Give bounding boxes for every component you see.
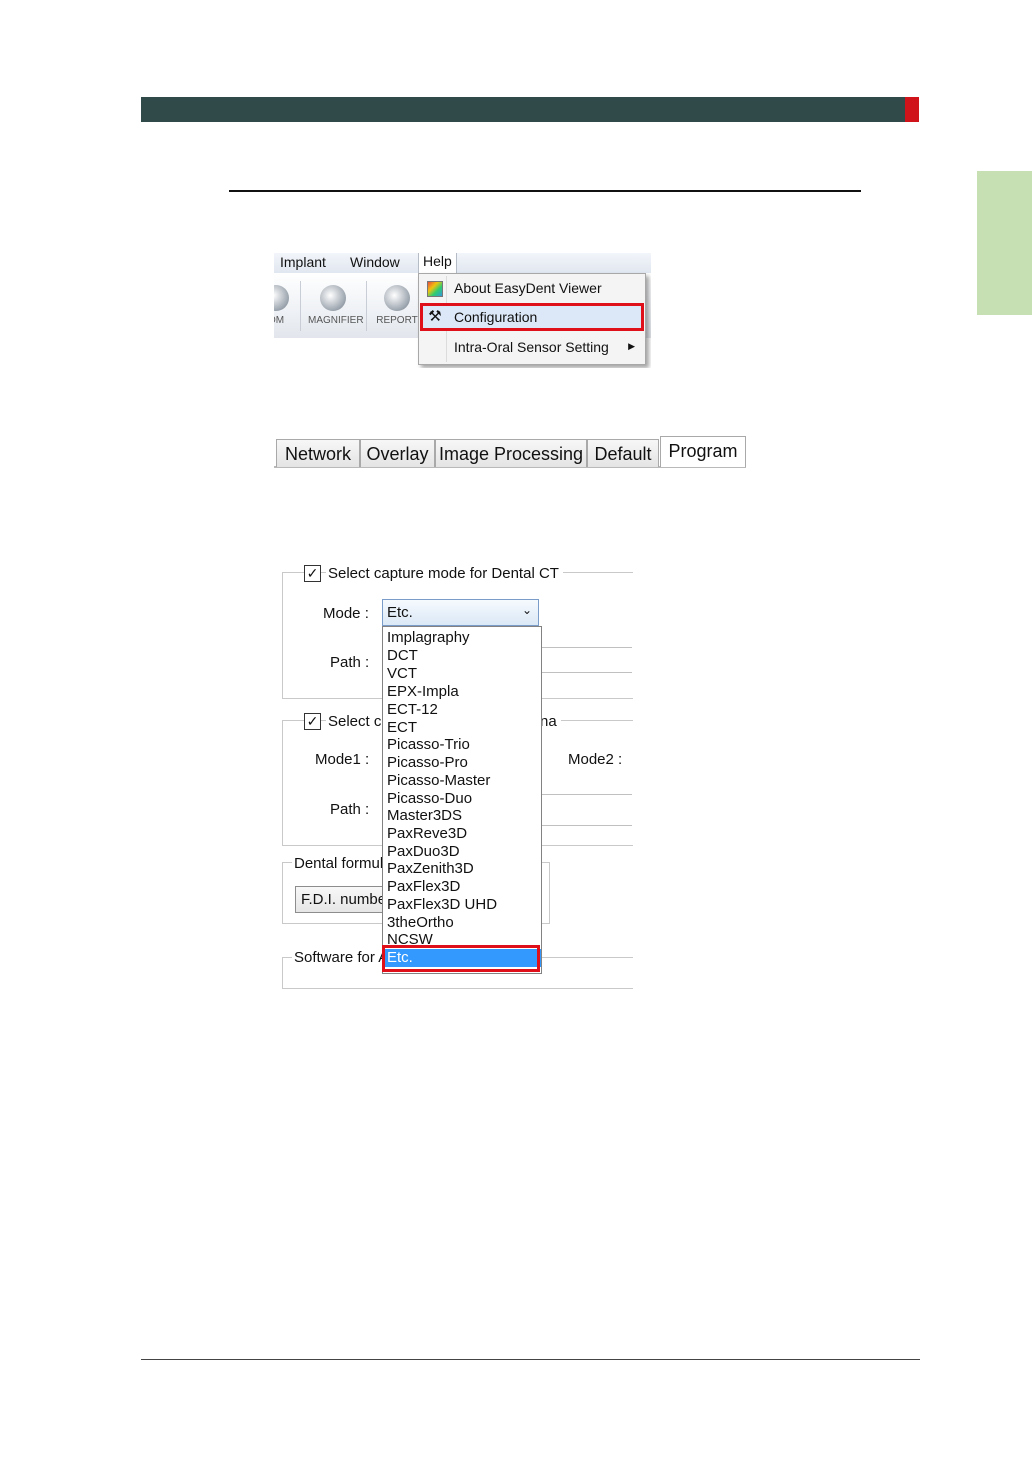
- panorama-group-title-end: na: [540, 713, 561, 730]
- program-settings-panel: ✓ Select capture mode for Dental CT Mode…: [282, 560, 633, 989]
- list-item[interactable]: PaxReve3D: [387, 825, 467, 843]
- list-item[interactable]: PaxDuo3D: [387, 843, 460, 861]
- selected-option-highlight: [382, 945, 540, 972]
- report-icon: [384, 285, 410, 311]
- mode1-label: Mode1 :: [315, 751, 370, 768]
- footer-rule: [141, 1359, 920, 1360]
- toolbar-separator: [366, 281, 367, 331]
- section-title-rule: [229, 190, 861, 192]
- zoom-icon: [274, 285, 289, 311]
- tab-image-processing[interactable]: Image Processing: [435, 439, 587, 467]
- dental-ct-checkbox[interactable]: ✓: [304, 565, 321, 582]
- list-item[interactable]: Master3DS: [387, 807, 462, 825]
- dental-ct-group-title: Select capture mode for Dental CT: [326, 565, 563, 582]
- list-item[interactable]: Picasso-Duo: [387, 790, 472, 808]
- menu-item-configuration[interactable]: ⚒ Configuration: [420, 303, 644, 331]
- tab-program[interactable]: Program: [660, 436, 746, 467]
- mode-dropdown-list[interactable]: Implagraphy DCT VCT EPX-Impla ECT-12 ECT…: [382, 626, 542, 974]
- list-item[interactable]: Picasso-Master: [387, 772, 490, 790]
- tab-overlay[interactable]: Overlay: [360, 439, 435, 467]
- magnifier-button[interactable]: MAGNIFIER: [308, 285, 364, 326]
- panorama-checkbox[interactable]: ✓: [304, 713, 321, 730]
- menu-window[interactable]: Window: [350, 254, 400, 270]
- panorama-group-title: Select c: [326, 713, 386, 730]
- list-item[interactable]: PaxFlex3D: [387, 878, 460, 896]
- software-group-title: Software for A: [292, 949, 393, 966]
- report-button[interactable]: REPORT: [374, 285, 420, 326]
- list-item[interactable]: ECT: [387, 719, 417, 737]
- list-item[interactable]: Picasso-Pro: [387, 754, 468, 772]
- color-palette-icon: [427, 281, 443, 297]
- zoom-button[interactable]: OM: [274, 285, 290, 326]
- list-item[interactable]: Picasso-Trio: [387, 736, 470, 754]
- list-item[interactable]: ECT-12: [387, 701, 438, 719]
- list-item[interactable]: VCT: [387, 665, 417, 683]
- list-item[interactable]: DCT: [387, 647, 418, 665]
- mode-label: Mode :: [323, 605, 369, 622]
- tab-network[interactable]: Network: [276, 439, 360, 467]
- help-menu-screenshot: Implant Window Help OM MAGNIFIER REPORT …: [274, 253, 651, 368]
- mode2-label: Mode2 :: [568, 751, 623, 768]
- magnifier-icon: [320, 285, 346, 311]
- help-dropdown: About EasyDent Viewer ⚒ Configuration In…: [418, 273, 646, 365]
- chapter-side-tab: [977, 171, 1032, 315]
- path-label: Path :: [330, 654, 370, 671]
- list-item[interactable]: PaxZenith3D: [387, 860, 474, 878]
- path2-field-edge: [540, 794, 632, 795]
- chevron-down-icon: ⌄: [521, 603, 532, 617]
- path2-label: Path :: [330, 801, 370, 818]
- list-item[interactable]: PaxFlex3D UHD: [387, 896, 497, 914]
- dental-formula-title: Dental formula: [292, 855, 396, 872]
- path-field-edge: [540, 647, 632, 648]
- menu-item-intra-oral-sensor-setting[interactable]: Intra-Oral Sensor Setting ▶: [421, 335, 643, 361]
- header-accent: [905, 97, 919, 122]
- header-bar: [141, 97, 905, 122]
- tools-icon: ⚒: [428, 308, 442, 325]
- menu-implant[interactable]: Implant: [280, 254, 326, 270]
- menu-help[interactable]: Help: [418, 253, 457, 273]
- menu-item-about[interactable]: About EasyDent Viewer: [421, 276, 643, 302]
- toolbar-separator: [300, 281, 301, 331]
- menu-bar: Implant Window Help: [274, 253, 651, 273]
- tab-default[interactable]: Default: [587, 439, 659, 467]
- path-field-edge: [540, 672, 632, 673]
- list-item[interactable]: Implagraphy: [387, 629, 470, 647]
- submenu-arrow-icon: ▶: [628, 341, 635, 351]
- path2-field-edge: [540, 825, 632, 826]
- mode-combobox[interactable]: Etc. ⌄: [382, 599, 539, 626]
- list-item[interactable]: 3theOrtho: [387, 914, 454, 932]
- list-item[interactable]: EPX-Impla: [387, 683, 459, 701]
